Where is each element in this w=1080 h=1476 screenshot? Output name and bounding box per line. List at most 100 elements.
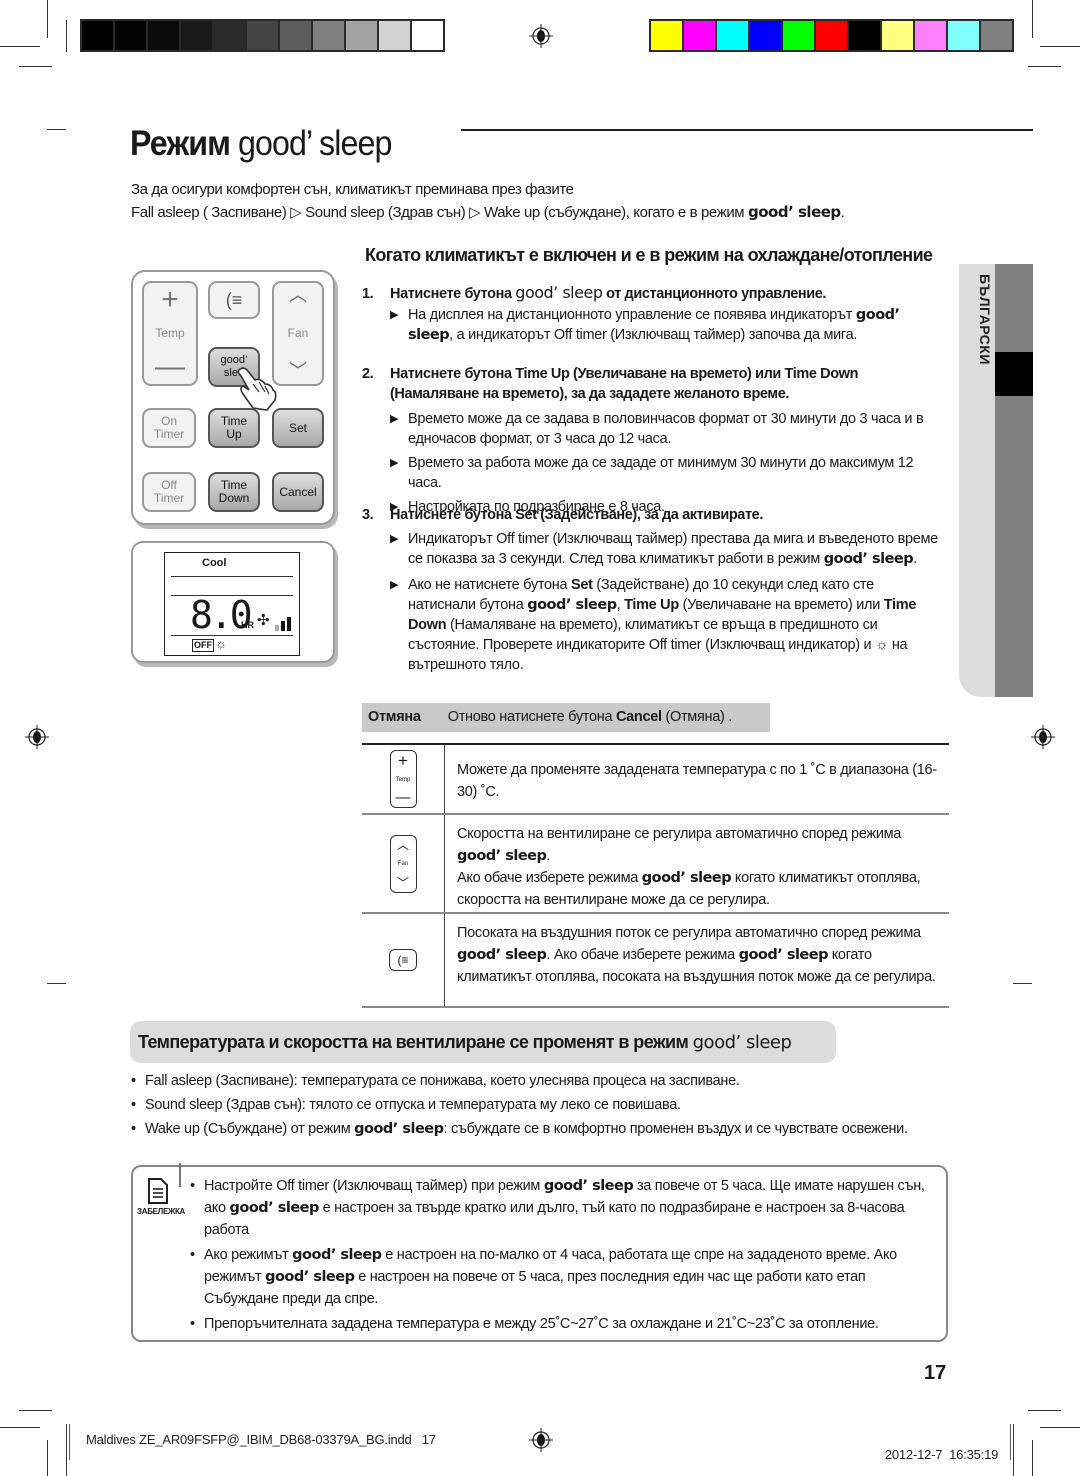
good-sleep-logo: good’ sleep bbox=[748, 203, 841, 221]
off-timer-button[interactable]: Off Timer bbox=[142, 472, 196, 512]
color-swatch bbox=[684, 21, 715, 50]
off-timer-badge: OFF bbox=[192, 639, 214, 652]
color-swatch bbox=[280, 21, 311, 50]
crop-mark bbox=[19, 1410, 52, 1411]
color-swatch bbox=[849, 21, 880, 50]
crop-mark bbox=[1013, 1424, 1014, 1476]
remote-display-illustration: Cool 8.0 HR ✣ OFF ☼ bbox=[131, 541, 335, 663]
arrow-icon: ▷ bbox=[290, 204, 302, 221]
page-number: 17 bbox=[924, 1362, 947, 1384]
remote-control-illustration: + Temp — (≡ ︿ Fan ﹀ good’ slee On Timer … bbox=[131, 270, 335, 525]
cancel-instruction-row: Отмяна Отново натиснете бутона Cancel (О… bbox=[362, 703, 770, 732]
title-rule bbox=[461, 129, 1033, 131]
color-swatch bbox=[214, 21, 245, 50]
note-item: Ако режимът good’ sleep е настроен на по… bbox=[188, 1244, 938, 1310]
crop-mark bbox=[0, 1427, 40, 1428]
good-sleep-logo: good’ sleep bbox=[515, 283, 603, 302]
note-box: ЗАБЕЛЕЖКА Настройте Off timer (Изключващ… bbox=[131, 1163, 948, 1342]
color-swatch bbox=[915, 21, 946, 50]
crop-mark bbox=[1013, 983, 1032, 984]
display-mode: Cool bbox=[202, 557, 227, 569]
intro-line-2: Fall asleep ( Заспиване) ▷ Sound sleep (… bbox=[131, 203, 845, 221]
good-sleep-logo: good’ sleep bbox=[692, 1032, 792, 1053]
language-side-tab: БЪЛГАРСКИ bbox=[959, 264, 1033, 697]
list-item: Fall asleep (Заспиване): температурата с… bbox=[129, 1069, 949, 1093]
cancel-button[interactable]: Cancel bbox=[272, 472, 324, 512]
fan-level-bar bbox=[287, 617, 291, 631]
color-swatch bbox=[379, 21, 410, 50]
airflow-icon: (≡ bbox=[225, 289, 243, 310]
pointing-hand-icon bbox=[237, 367, 277, 411]
crop-mark bbox=[1040, 46, 1080, 47]
sleep-sun-icon: ☼ bbox=[875, 637, 889, 653]
intro-line-1: За да осигури комфортен сън, климатикът … bbox=[131, 181, 574, 198]
color-swatch bbox=[981, 21, 1012, 50]
step-1-bullet: На дисплея на дистанционното управление … bbox=[390, 305, 942, 345]
step-3-bullet: Индикаторът Off timer (Изключващ таймер)… bbox=[390, 529, 942, 569]
color-swatch bbox=[412, 21, 443, 50]
color-swatch bbox=[115, 21, 146, 50]
chevron-up-icon: ︿ bbox=[289, 285, 307, 305]
time-up-button[interactable]: Time Up bbox=[208, 408, 260, 448]
language-label: БЪЛГАРСКИ bbox=[977, 274, 993, 365]
page-title-brand: good’ sleep bbox=[238, 124, 392, 163]
page-title: Режим good’ sleep bbox=[130, 124, 392, 164]
registration-mark-icon bbox=[529, 24, 553, 48]
step-3: 3. Натиснете бутона Set (Задействане), за… bbox=[362, 507, 942, 675]
on-timer-button[interactable]: On Timer bbox=[142, 408, 196, 448]
color-swatch bbox=[882, 21, 913, 50]
color-calibration-bar bbox=[649, 19, 1014, 52]
plus-icon: + bbox=[161, 283, 179, 316]
color-swatch bbox=[148, 21, 179, 50]
color-swatch bbox=[750, 21, 781, 50]
color-swatch bbox=[181, 21, 212, 50]
airflow-button-icon: (≡ bbox=[389, 949, 417, 971]
note-item: Препоръчителната зададена температура е … bbox=[188, 1313, 938, 1335]
crop-mark bbox=[1028, 1410, 1061, 1411]
crop-mark bbox=[47, 1440, 48, 1476]
list-item: Wake up (Събуждане) от режим good’ sleep… bbox=[129, 1117, 949, 1141]
crop-mark bbox=[1032, 0, 1033, 38]
note-item: Настройте Off timer (Изключващ таймер) п… bbox=[188, 1175, 938, 1241]
arrow-icon: ▷ bbox=[469, 204, 481, 221]
step-2: 2. Натиснете бутона Time Up (Увеличаване … bbox=[362, 364, 942, 517]
fan-button-icon: ︿ Fan ﹀ bbox=[389, 834, 417, 893]
registration-mark-icon bbox=[1031, 725, 1055, 749]
set-button[interactable]: Set bbox=[272, 408, 324, 448]
footer-timestamp: 2012-12-7 16:35:19 bbox=[884, 1447, 999, 1462]
button-function-table: + Temp — Можете да променяте зададената … bbox=[362, 743, 949, 1008]
color-swatch bbox=[651, 21, 682, 50]
fan-button[interactable]: ︿ Fan ﹀ bbox=[272, 281, 324, 386]
temp-button[interactable]: + Temp — bbox=[142, 281, 198, 386]
airflow-button[interactable]: (≡ bbox=[208, 281, 260, 319]
fan-level-bar bbox=[281, 621, 285, 631]
crop-mark bbox=[47, 129, 66, 130]
step-2-bullet: Времето за работа може да се зададе от м… bbox=[390, 453, 942, 493]
color-swatch bbox=[346, 21, 377, 50]
color-swatch bbox=[247, 21, 278, 50]
sleep-phases-list: Fall asleep (Заспиване): температурата с… bbox=[129, 1069, 949, 1141]
grayscale-calibration-bar bbox=[80, 19, 445, 52]
color-swatch bbox=[717, 21, 748, 50]
display-unit: HR bbox=[241, 620, 254, 630]
crop-mark bbox=[19, 66, 52, 67]
time-down-button[interactable]: Time Down bbox=[208, 472, 260, 512]
color-swatch bbox=[948, 21, 979, 50]
crop-mark bbox=[47, 983, 66, 984]
cancel-label: Отмяна bbox=[368, 709, 421, 725]
footer-file-name: Maldives ZE_AR09FSFP@_IBIM_DB68-03379A_B… bbox=[86, 1432, 436, 1447]
chevron-down-icon: ﹀ bbox=[289, 361, 307, 381]
crop-mark bbox=[0, 46, 40, 47]
step-1: 1. Натиснете бутона good’ sleep от дистан… bbox=[362, 283, 942, 345]
temp-button-icon: + Temp — bbox=[389, 750, 417, 808]
crop-mark bbox=[66, 20, 67, 52]
list-item: Sound sleep (Здрав сън): тялото се отпус… bbox=[129, 1093, 949, 1117]
step-3-bullet: Ако не натиснете бутона Set (Задействане… bbox=[390, 575, 942, 675]
crop-mark bbox=[1040, 1427, 1080, 1428]
fan-level-indicator bbox=[275, 615, 295, 631]
crop-mark bbox=[47, 0, 48, 38]
page-title-prefix: Режим bbox=[130, 124, 231, 163]
fan-icon: ✣ bbox=[257, 612, 270, 629]
color-swatch bbox=[313, 21, 344, 50]
step-2-bullet: Времето може да се задава в половинчасов… bbox=[390, 409, 942, 449]
